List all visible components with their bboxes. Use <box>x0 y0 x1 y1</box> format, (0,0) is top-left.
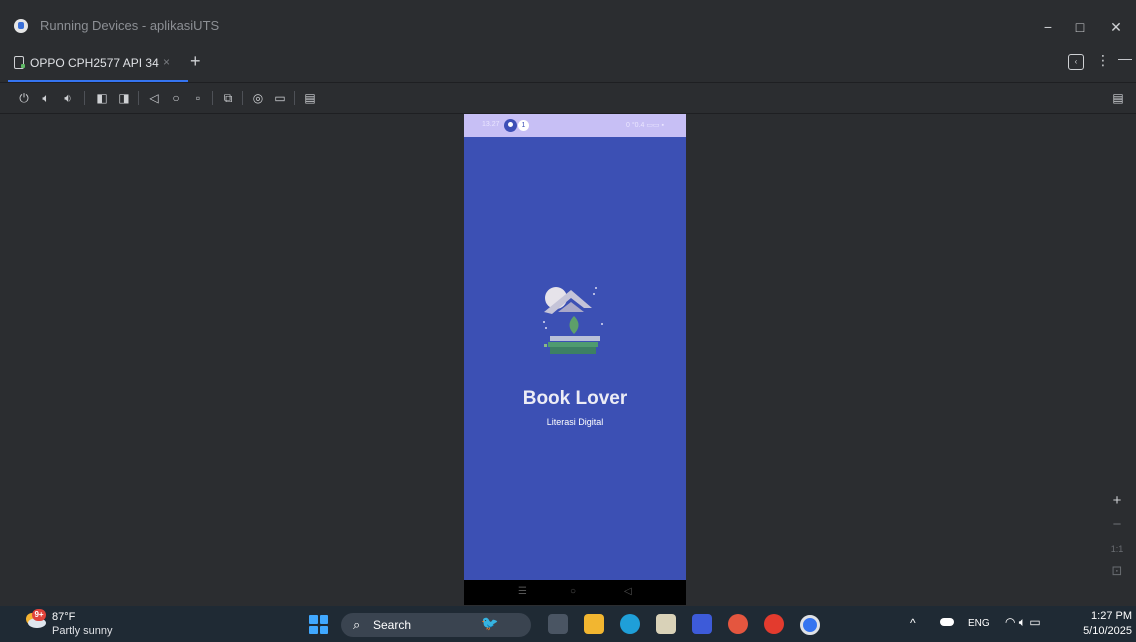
wifi-volume-battery-icons[interactable]: ◠ 🔈︎ ▭ <box>1005 615 1041 630</box>
app-icon[interactable]: ⧉ <box>220 90 236 106</box>
power-icon[interactable]: ⏻ <box>16 90 32 106</box>
visual-studio-icon[interactable] <box>692 614 712 634</box>
search-highlight-icon: 🐦 <box>481 615 499 631</box>
hide-panel-icon[interactable]: — <box>1118 50 1132 66</box>
onedrive-cloud-icon[interactable] <box>940 618 954 626</box>
toolbar-divider <box>294 91 295 105</box>
start-button[interactable] <box>309 615 328 634</box>
actual-size-button[interactable]: 1:1 <box>1104 538 1130 560</box>
android-studio-taskbar-icon[interactable] <box>800 615 820 635</box>
task-view-icon[interactable] <box>548 614 568 634</box>
tab-close-icon[interactable]: × <box>163 55 170 69</box>
taskbar-search-box[interactable]: ⌕ Search 🐦 <box>341 613 531 637</box>
phone-screen[interactable]: 13.27 1 0 °0.4 ▭▭ ▪ Book Lover Literasi … <box>464 114 686 605</box>
zoom-in-button[interactable]: + <box>1104 490 1130 512</box>
back-icon[interactable]: ◁ <box>146 90 162 106</box>
clock-date[interactable]: 5/10/2025 <box>1066 625 1132 637</box>
phone-navigation-bar: ☰ ○ ◁ <box>464 580 686 605</box>
search-label: Search <box>373 618 412 632</box>
book-lover-logo-icon <box>543 287 603 354</box>
zoom-controls: + − 1:1 ⊡ <box>1104 490 1130 586</box>
rotate-left-icon[interactable]: ◧ <box>94 90 110 106</box>
tab-device-label: OPPO CPH2577 API 34 <box>30 56 159 70</box>
display-settings-icon[interactable]: ▤ <box>302 90 318 106</box>
close-button[interactable]: ✕ <box>1098 14 1134 40</box>
phone-device-icon <box>14 56 25 69</box>
nav-menu-icon[interactable]: ☰ <box>518 586 527 597</box>
toolbar-divider <box>212 91 213 105</box>
copilot-icon[interactable] <box>728 614 748 634</box>
nav-home-icon[interactable]: ○ <box>570 586 576 597</box>
toolbar-divider <box>84 91 85 105</box>
tab-device[interactable]: OPPO CPH2577 API 34 × <box>8 44 188 82</box>
app-title: Book Lover <box>522 388 628 409</box>
chrome-icon[interactable] <box>764 614 784 634</box>
weather-temperature[interactable]: 87°F <box>52 611 75 623</box>
weather-notification-badge: 9+ <box>32 609 46 621</box>
search-icon: ⌕ <box>353 617 361 632</box>
device-toolbar: ⏻ 🔈︎ 🔉︎ ◧ ◨ ◁ ○ ▫ ⧉ ◎ ▭ ▤ ▤ <box>0 83 1136 114</box>
nav-back-icon[interactable]: ◁ <box>624 586 632 597</box>
window-title: Running Devices - aplikasiUTS <box>40 18 220 33</box>
more-options-icon[interactable]: ⋮ <box>1096 52 1110 69</box>
status-time: 13.27 <box>482 121 500 128</box>
profile-icon <box>504 119 517 132</box>
collapse-panel-icon[interactable]: ‹ <box>1068 54 1084 70</box>
home-icon[interactable]: ○ <box>168 90 184 106</box>
phone-status-bar: 13.27 1 0 °0.4 ▭▭ ▪ <box>464 114 686 137</box>
volume-up-icon[interactable]: 🔈︎ <box>38 90 54 106</box>
weather-description[interactable]: Partly sunny <box>52 625 113 637</box>
file-explorer-icon[interactable] <box>584 614 604 634</box>
volume-down-icon[interactable]: 🔉︎ <box>60 90 76 106</box>
windows-taskbar: 9+ 87°F Partly sunny ⌕ Search 🐦 ^ ENG ◠ … <box>0 606 1136 642</box>
toolbar-divider <box>138 91 139 105</box>
active-tab-indicator <box>8 80 188 82</box>
overview-icon[interactable]: ▫ <box>190 90 206 106</box>
app-subtitle: Literasi Digital <box>546 417 604 427</box>
show-hidden-icons-chevron-icon[interactable]: ^ <box>910 616 916 630</box>
maximize-button[interactable]: □ <box>1062 14 1098 40</box>
fit-screen-button[interactable]: ⊡ <box>1104 560 1130 582</box>
zoom-out-button[interactable]: − <box>1104 514 1130 536</box>
toolbar-divider <box>242 91 243 105</box>
android-studio-logo-icon <box>14 19 28 33</box>
screenshot-icon[interactable]: ◎ <box>250 90 266 106</box>
device-settings-icon[interactable]: ▤ <box>1110 90 1126 106</box>
screen-record-icon[interactable]: ▭ <box>272 90 288 106</box>
device-tab-bar: OPPO CPH2577 API 34 × + ‹ ⋮ — <box>0 44 1136 83</box>
input-language-indicator[interactable]: ENG <box>968 618 990 629</box>
status-indicators: 0 °0.4 ▭▭ ▪ <box>626 122 664 129</box>
edge-browser-icon[interactable] <box>620 614 640 634</box>
notification-count-badge: 1 <box>518 120 529 131</box>
minimize-button[interactable]: − <box>1030 14 1066 40</box>
microsoft-store-icon[interactable] <box>656 614 676 634</box>
clock-time[interactable]: 1:27 PM <box>1076 610 1132 622</box>
title-bar: Running Devices - aplikasiUTS − □ ✕ <box>0 10 1136 44</box>
rotate-right-icon[interactable]: ◨ <box>116 90 132 106</box>
add-device-tab-button[interactable]: + <box>190 51 201 72</box>
